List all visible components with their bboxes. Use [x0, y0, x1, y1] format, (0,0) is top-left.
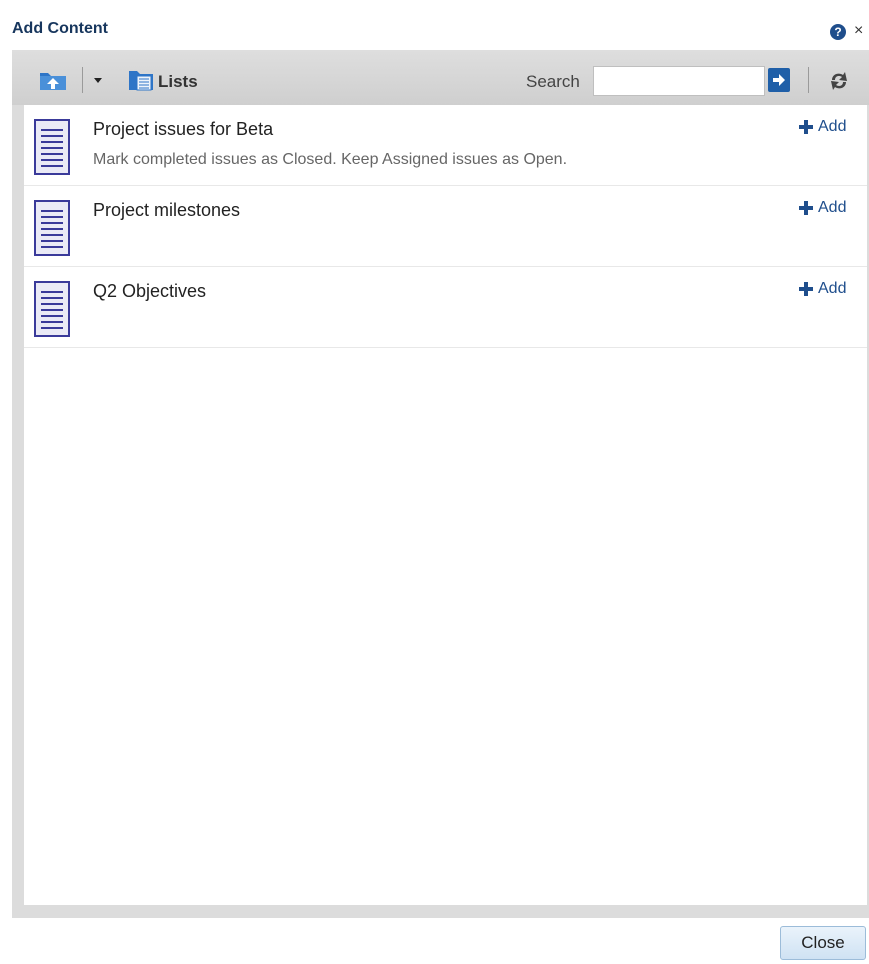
- plus-icon: [799, 201, 813, 215]
- add-button[interactable]: Add: [798, 116, 846, 138]
- dialog-title: Add Content: [12, 20, 108, 37]
- list-document-icon: [34, 200, 70, 256]
- plus-icon: [799, 282, 813, 296]
- list-item[interactable]: Project milestones Add: [24, 186, 867, 267]
- item-title: Q2 Objectives: [93, 281, 207, 301]
- add-label: Add: [818, 280, 847, 297]
- list-item[interactable]: Project issues for Beta Mark completed i…: [24, 105, 867, 186]
- arrow-right-icon: [773, 74, 785, 86]
- item-description: Mark completed issues as Closed. Keep As…: [93, 151, 568, 168]
- refresh-icon[interactable]: [827, 68, 851, 94]
- list-item[interactable]: Q2 Objectives Add: [24, 267, 867, 348]
- add-button[interactable]: Add: [798, 197, 846, 219]
- search-go-button[interactable]: [768, 68, 790, 92]
- item-title: Project issues for Beta: [93, 119, 274, 139]
- add-label: Add: [818, 118, 847, 135]
- content-list: Project issues for Beta Mark completed i…: [24, 105, 867, 905]
- toolbar-separator: [82, 67, 83, 93]
- dialog-close-icon[interactable]: ×: [854, 21, 869, 41]
- list-document-icon: [34, 281, 70, 337]
- toolbar-separator: [808, 67, 809, 93]
- toolbar: Lists Search: [12, 50, 869, 105]
- chevron-down-icon[interactable]: [92, 74, 104, 86]
- help-icon[interactable]: ?: [830, 24, 846, 40]
- item-title: Project milestones: [93, 200, 241, 220]
- list-document-icon: [34, 119, 70, 175]
- plus-icon: [799, 120, 813, 134]
- search-label: Search: [526, 72, 580, 91]
- lists-folder-icon: [129, 71, 153, 91]
- add-label: Add: [818, 199, 847, 216]
- add-button[interactable]: Add: [798, 278, 846, 300]
- close-button[interactable]: Close: [780, 926, 866, 960]
- folder-up-icon[interactable]: [38, 68, 68, 92]
- location-label: Lists: [158, 72, 198, 91]
- search-input[interactable]: [593, 66, 765, 96]
